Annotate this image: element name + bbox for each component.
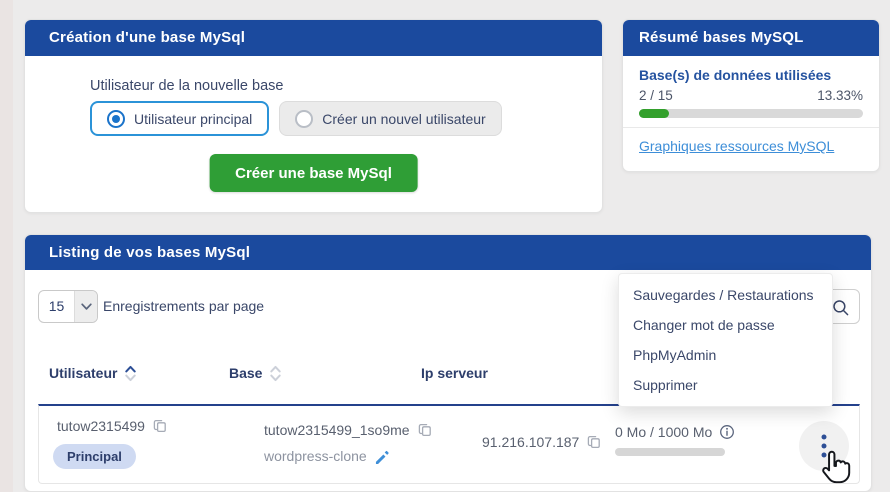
column-header-ip-serveur: Ip serveur (421, 363, 488, 383)
column-header-base[interactable]: Base (229, 363, 282, 383)
radio-new-user-label: Créer un nouvel utilisateur (322, 111, 485, 127)
column-label: Base (229, 365, 262, 381)
usage-count: 2 / 15 (639, 88, 673, 103)
radio-principal-label: Utilisateur principal (134, 111, 252, 127)
menu-item-changer-mot-de-passe[interactable]: Changer mot de passe (619, 310, 832, 340)
usage-progress-bar (639, 109, 863, 118)
row-base-name: tutow2315499_1so9me (264, 422, 410, 438)
listing-card-header: Listing de vos bases MySql (25, 235, 871, 270)
summary-card-title: Résumé bases MySQL (639, 29, 804, 46)
copy-icon[interactable] (152, 418, 168, 434)
column-label: Ip serveur (421, 365, 488, 381)
summary-card-header: Résumé bases MySQL (623, 20, 879, 56)
create-base-button[interactable]: Créer une base MySql (209, 154, 418, 192)
row-ip-value: 91.216.107.187 (482, 434, 579, 450)
row-actions-menu: Sauvegardes / Restaurations Changer mot … (618, 273, 833, 407)
per-page-select[interactable]: 15 (38, 290, 98, 323)
usage-counts-row: 2 / 15 13.33% (639, 88, 863, 103)
usage-percent: 13.33% (817, 88, 863, 103)
sort-icon (124, 364, 137, 383)
mysql-resources-link[interactable]: Graphiques ressources MySQL (639, 138, 834, 154)
copy-icon[interactable] (586, 434, 602, 450)
menu-item-sauvegardes-restaurations[interactable]: Sauvegardes / Restaurations (619, 280, 832, 310)
radio-selected-icon (107, 110, 125, 128)
row-user-cell: tutow2315499 (57, 418, 168, 434)
vertical-ellipsis-icon (819, 433, 829, 459)
usage-progress-fill (639, 109, 669, 118)
menu-item-phpmyadmin[interactable]: PhpMyAdmin (619, 340, 832, 370)
search-icon (831, 298, 850, 317)
column-label: Utilisateur (49, 365, 117, 381)
edit-pencil-icon[interactable] (374, 449, 389, 464)
mysql-management-page: Création d'une base MySql Utilisateur de… (0, 0, 890, 492)
principal-badge: Principal (53, 444, 136, 469)
radio-unselected-icon (295, 110, 313, 128)
row-ip-cell: 91.216.107.187 (482, 434, 602, 450)
sort-icon (269, 364, 282, 383)
databases-used-label: Base(s) de données utilisées (639, 67, 831, 83)
row-size-cell: 0 Mo / 1000 Mo (615, 424, 735, 440)
new-base-user-label: Utilisateur de la nouvelle base (90, 78, 283, 94)
chevron-down-icon (74, 291, 97, 322)
row-base-alias-cell: wordpress-clone (264, 448, 389, 464)
creation-card-header: Création d'une base MySql (25, 20, 602, 56)
per-page-selected-value: 15 (39, 291, 74, 322)
info-icon[interactable] (719, 424, 735, 440)
per-page-label: Enregistrements par page (103, 290, 264, 323)
table-row: tutow2315499 Principal tutow2315499_1so9… (38, 404, 860, 484)
page-edge-strip (0, 0, 13, 492)
radio-option-principal[interactable]: Utilisateur principal (90, 101, 269, 136)
creation-card: Création d'une base MySql Utilisateur de… (24, 19, 603, 213)
row-size-value: 0 Mo / 1000 Mo (615, 424, 712, 440)
user-type-radio-group: Utilisateur principal Créer un nouvel ut… (90, 101, 502, 136)
listing-card-title: Listing de vos bases MySql (49, 244, 250, 261)
column-header-utilisateur[interactable]: Utilisateur (49, 363, 137, 383)
summary-card: Résumé bases MySQL Base(s) de données ut… (622, 19, 880, 172)
row-user-name: tutow2315499 (57, 418, 145, 434)
row-base-cell: tutow2315499_1so9me (264, 422, 433, 438)
summary-divider (623, 127, 879, 128)
row-actions-button[interactable] (799, 421, 849, 471)
menu-item-supprimer[interactable]: Supprimer (619, 370, 832, 400)
copy-icon[interactable] (417, 422, 433, 438)
row-size-progress-bar (615, 448, 725, 456)
creation-card-title: Création d'une base MySql (49, 29, 245, 46)
radio-option-new-user[interactable]: Créer un nouvel utilisateur (279, 101, 501, 136)
row-base-alias: wordpress-clone (264, 448, 367, 464)
